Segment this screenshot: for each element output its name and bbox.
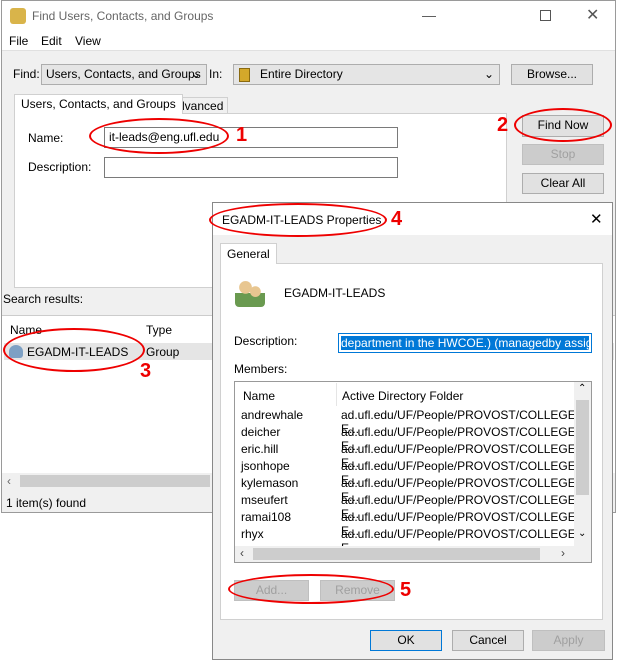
in-location-value: Entire Directory: [260, 67, 343, 81]
chevron-down-icon: ⌄: [483, 67, 494, 81]
member-name[interactable]: jsonhope: [241, 459, 290, 473]
column-header-type[interactable]: Type: [146, 323, 172, 337]
members-column-name[interactable]: Name: [243, 389, 275, 403]
scroll-thumb[interactable]: [20, 475, 210, 487]
member-name[interactable]: kylemason: [241, 476, 298, 490]
menu-edit[interactable]: Edit: [41, 34, 62, 48]
annotation-4: 4: [391, 208, 403, 230]
in-label: In:: [209, 67, 223, 81]
stop-button[interactable]: Stop: [522, 144, 604, 165]
ok-button[interactable]: OK: [370, 630, 442, 651]
scroll-up-icon[interactable]: ⌃: [578, 383, 586, 394]
menu-file[interactable]: File: [9, 34, 28, 48]
description-label: Description:: [28, 160, 92, 174]
apply-button[interactable]: Apply: [532, 630, 605, 651]
in-location-combo[interactable]: Entire Directory ⌄: [233, 64, 500, 85]
annotation-1: 1: [236, 124, 248, 146]
tab-general[interactable]: General: [220, 243, 277, 264]
column-divider: [336, 383, 337, 406]
annotation-2: 2: [497, 114, 509, 136]
member-name[interactable]: mseufert: [241, 493, 288, 507]
annotation-ellipse-result: [3, 328, 145, 372]
browse-button[interactable]: Browse...: [511, 64, 593, 85]
annotation-ellipse-name: [89, 118, 229, 154]
scroll-left-icon[interactable]: ‹: [7, 474, 11, 488]
member-name[interactable]: ramai108: [241, 510, 291, 524]
annotation-3: 3: [140, 360, 152, 382]
directory-icon: [239, 68, 250, 82]
minimize-icon[interactable]: —: [422, 7, 436, 23]
scroll-left-icon[interactable]: ‹: [240, 546, 244, 560]
name-label: Name:: [28, 131, 64, 145]
find-label: Find:: [13, 67, 40, 81]
maximize-icon[interactable]: [540, 10, 551, 21]
chevron-down-icon: ⌄: [190, 67, 201, 81]
tab-users-contacts-groups[interactable]: Users, Contacts, and Groups: [14, 94, 183, 114]
members-column-folder[interactable]: Active Directory Folder: [342, 389, 463, 403]
menu-bar: File Edit View: [2, 31, 615, 51]
search-results-label: Search results:: [3, 292, 84, 306]
scroll-thumb[interactable]: [253, 548, 540, 560]
group-name: EGADM-IT-LEADS: [284, 286, 386, 300]
cancel-button[interactable]: Cancel: [452, 630, 524, 651]
horizontal-scrollbar[interactable]: ‹ ›: [235, 546, 591, 562]
description-input[interactable]: [104, 157, 398, 178]
result-type: Group: [146, 345, 180, 359]
member-name[interactable]: rhyx: [241, 527, 264, 541]
selected-description-text: department in the HWCOE.) (managedby ass…: [341, 336, 592, 350]
find-type-value: Users, Contacts, and Groups: [46, 67, 201, 81]
title-bar: Find Users, Contacts, and Groups — ✕: [2, 1, 615, 31]
dialog-description-input[interactable]: department in the HWCOE.) (managedby ass…: [338, 333, 592, 353]
annotation-5: 5: [400, 579, 412, 601]
close-icon[interactable]: ✕: [586, 5, 599, 25]
menu-view[interactable]: View: [75, 34, 101, 48]
scroll-right-icon[interactable]: ›: [561, 546, 565, 560]
clear-all-button[interactable]: Clear All: [522, 173, 604, 194]
vertical-scrollbar[interactable]: ⌃ ⌄: [574, 382, 591, 546]
member-name[interactable]: andrewhale: [241, 408, 303, 422]
find-app-icon: [10, 8, 26, 24]
member-name[interactable]: deicher: [241, 425, 280, 439]
status-text: 1 item(s) found: [6, 496, 87, 510]
member-name[interactable]: eric.hill: [241, 442, 278, 456]
annotation-ellipse-find-now: [514, 108, 612, 142]
scroll-thumb[interactable]: [576, 400, 589, 495]
scroll-down-icon[interactable]: ⌄: [578, 528, 586, 539]
annotation-ellipse-buttons: [228, 574, 394, 604]
group-large-icon: [235, 279, 265, 307]
window-title: Find Users, Contacts, and Groups: [32, 9, 214, 23]
members-list: Name Active Directory Folder andrewhale a…: [234, 381, 592, 563]
find-type-combo[interactable]: Users, Contacts, and Groups ⌄: [41, 64, 207, 85]
members-label: Members:: [234, 362, 288, 376]
dialog-close-icon[interactable]: ✕: [590, 210, 603, 228]
dialog-description-label: Description:: [234, 334, 298, 348]
annotation-ellipse-dialog-title: [209, 203, 387, 237]
